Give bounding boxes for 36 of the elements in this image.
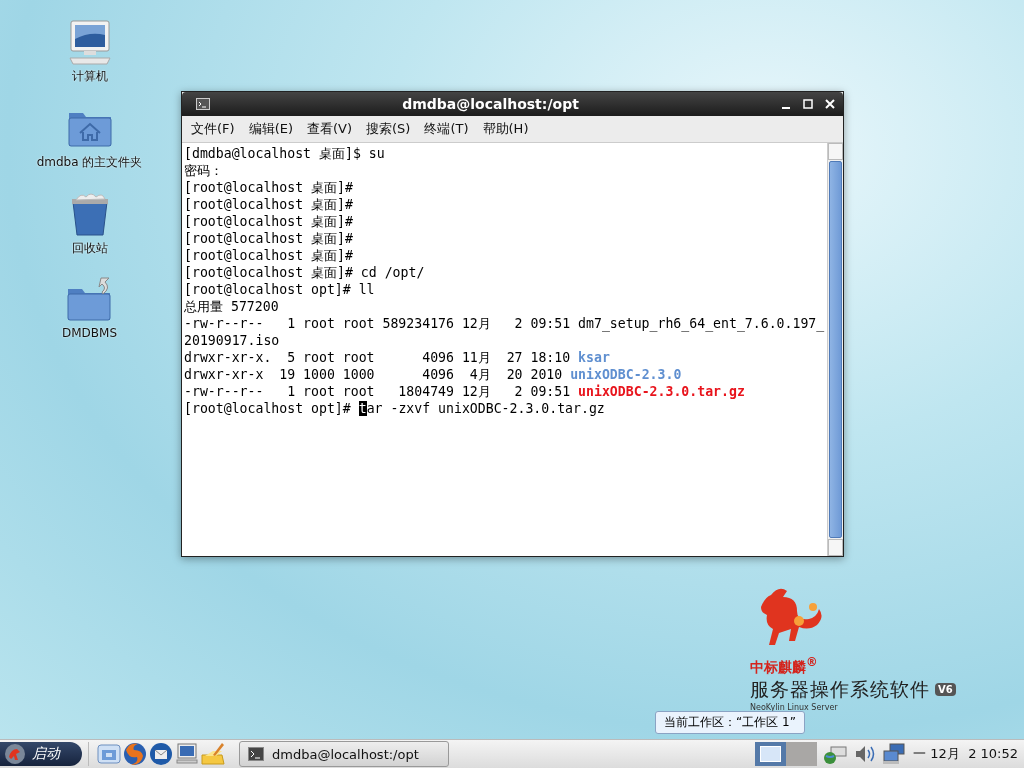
menu-item[interactable]: 搜索(S): [361, 118, 416, 140]
desktop-icon-label[interactable]: dmdba 的主文件夹: [36, 154, 143, 171]
product-name: 服务器操作系统软件: [750, 676, 930, 702]
brand-name: 中标麒麟$^{®}$: [750, 655, 819, 677]
menu-item[interactable]: 文件(F): [186, 118, 240, 140]
folder-link-icon: [65, 276, 114, 324]
network-keyboard-icon[interactable]: [823, 743, 848, 765]
scrollbar[interactable]: [827, 143, 843, 556]
menu-item[interactable]: 查看(V): [302, 118, 358, 140]
start-button[interactable]: 启动: [0, 742, 82, 766]
menu-item[interactable]: 帮助(H): [477, 118, 534, 140]
workspace-switcher-item[interactable]: [786, 742, 818, 766]
product-subtitle: NeoKylin Linux Server: [750, 702, 839, 712]
terminal-output: [dmdba@localhost 桌面]$ su 密码： [root@localhost 桌面]# [root@localhost 桌面]# [root@localhost 桌面]# [root@localhost 桌面]# [root@localhost 桌面]# [root@localhost 桌面]# cd /opt/ [root@localhost opt]# ll 总用量 577200 -rw-r--r-- 1 root root 589234176 12月 2 09:51 dm7_setup_rh6_64_ent_7.6.0.197_ 20190917.iso drwxr-xr-x. 5 root root 4096 11月 27 18:10 ksar drwxr-xr-x 19 1000 1000 4096 4月 20 2010 unixODBC-2.3.0 -rw-r--r-- 1 root root 1804749 12月 2 09:51 unixODBC-2.3.0.tar.gz [root@localhost opt]# tar -zxvf unixODBC-2.3.0.tar.gz: [183, 145, 826, 418]
workspace-tooltip: 当前工作区：“工作区 1”: [655, 711, 805, 734]
maximize-icon[interactable]: [801, 97, 815, 111]
workspace-switcher-item[interactable]: [755, 742, 787, 766]
menu-item[interactable]: 编辑(E): [243, 118, 298, 140]
terminal-icon: [248, 747, 264, 761]
network-icon[interactable]: [883, 743, 908, 765]
taskbar-window-button[interactable]: dmdba@localhost:/opt: [239, 741, 449, 767]
clock[interactable]: 一 12月 2 10:52: [913, 745, 1018, 763]
menu-item[interactable]: 终端(T): [419, 118, 474, 140]
version-badge: V6: [935, 683, 956, 697]
terminal-icon: [196, 97, 210, 111]
close-icon[interactable]: [823, 97, 837, 111]
desktop-icon-label[interactable]: 计算机: [71, 68, 108, 85]
browser-icon[interactable]: [123, 742, 147, 766]
mail-icon[interactable]: [149, 742, 173, 766]
notes-icon[interactable]: [201, 742, 225, 766]
qilin-icon: [4, 743, 26, 765]
desktop-icon-label[interactable]: 回收站: [71, 240, 108, 257]
window-title: dmdba@localhost:/opt: [401, 96, 580, 112]
computer-icon[interactable]: [175, 742, 199, 766]
folder-icon[interactable]: [97, 742, 121, 766]
desktop-icon-label[interactable]: DMDBMS: [61, 326, 117, 340]
